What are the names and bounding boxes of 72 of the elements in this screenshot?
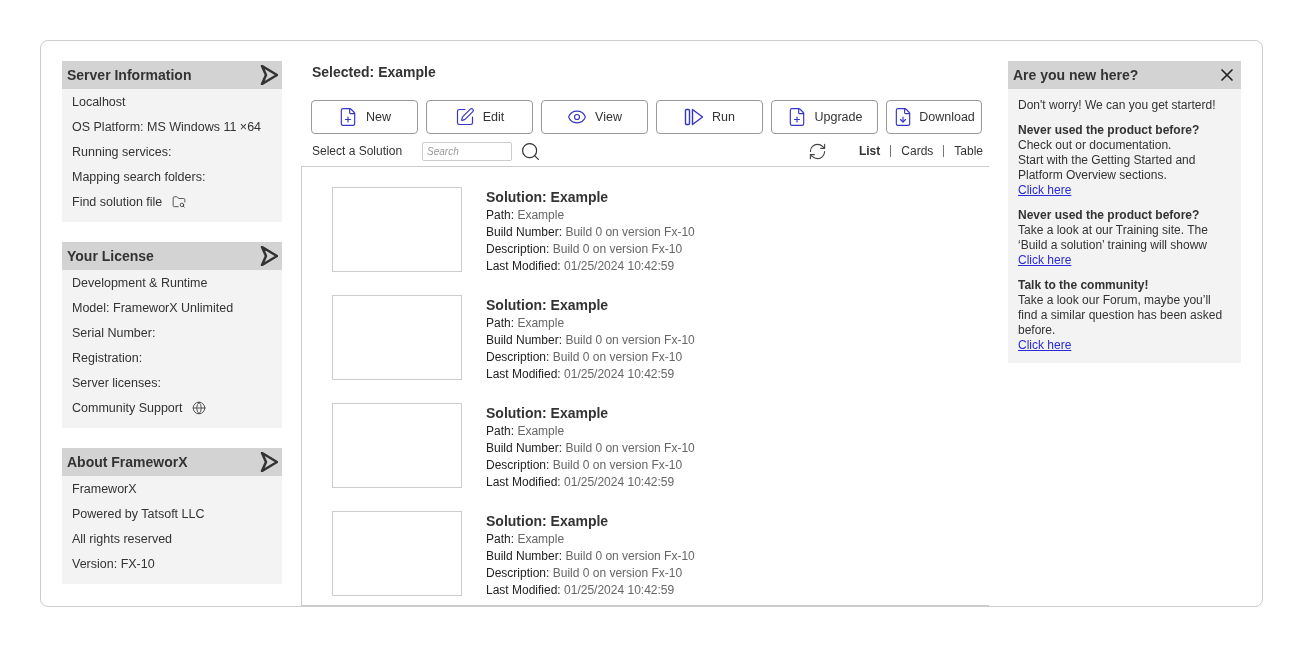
solution-detail: Description: Build 0 on version Fx-10 xyxy=(486,241,684,258)
arrow-right-icon[interactable] xyxy=(260,246,278,266)
solution-detail: Build Number: Build 0 on version Fx-10 xyxy=(486,548,695,565)
arrow-right-icon[interactable] xyxy=(260,65,278,85)
info-text: Community Support xyxy=(72,400,183,415)
info-text: Powered by Tatsoft LLC xyxy=(72,506,205,521)
block-text: Take a look our Forum, maybe you’ll find a similar question has been asked before. xyxy=(1018,293,1223,338)
info-text: Version: FX-10 xyxy=(72,556,155,571)
click-here-link[interactable]: Click here xyxy=(1018,338,1072,353)
selected-title: Selected: Example xyxy=(312,64,437,82)
solution-title[interactable]: Solution: Example xyxy=(486,513,695,529)
info-text: Mapping search folders: xyxy=(72,169,206,184)
info-text: Development & Runtime xyxy=(72,275,208,290)
toolbar-button[interactable]: View xyxy=(541,100,648,134)
info-text: Server licenses: xyxy=(72,375,161,390)
info-text: OS Platform: MS Windows 11 ×64 xyxy=(72,119,262,134)
block-text: Start with the Getting Started and Platform Overview sections. xyxy=(1018,153,1197,183)
search-field[interactable]: Search xyxy=(422,141,513,161)
view-tab[interactable]: List xyxy=(848,145,891,157)
intro-text: Don't worry! We can you get starterd! xyxy=(1018,98,1217,113)
solution-detail: Description: Build 0 on version Fx-10 xyxy=(486,565,684,582)
panel-title: Server Information xyxy=(67,67,192,83)
solution-detail: Description: Build 0 on version Fx-10 xyxy=(486,457,684,474)
view-tab[interactable]: Table xyxy=(943,145,989,157)
toolbar-button[interactable]: New xyxy=(311,100,418,134)
panel-title: About FrameworX xyxy=(67,454,188,470)
pencil-icon xyxy=(454,107,475,127)
click-here-link[interactable]: Click here xyxy=(1018,253,1072,268)
solution-detail: Last Modified: 01/25/2024 10:42:59 xyxy=(486,258,676,275)
info-text: Serial Number: xyxy=(72,325,156,340)
toolbar-button[interactable]: Run xyxy=(656,100,763,134)
solution-detail: Description: Build 0 on version Fx-10 xyxy=(486,349,684,366)
toolbar-button[interactable]: Edit xyxy=(426,100,533,134)
info-text: All rights reserved xyxy=(72,531,173,546)
click-here-link[interactable]: Click here xyxy=(1018,183,1072,198)
refresh-icon[interactable] xyxy=(807,141,827,161)
solution-detail: Build Number: Build 0 on version Fx-10 xyxy=(486,224,695,241)
info-text: FrameworX xyxy=(72,481,137,496)
solution-title[interactable]: Solution: Example xyxy=(486,189,695,205)
solution-detail: Path: Example xyxy=(486,531,566,548)
toolbar-button[interactable]: Download xyxy=(886,100,982,134)
solution-detail: Last Modified: 01/25/2024 10:42:59 xyxy=(486,474,676,491)
filter-label: Select a Solution xyxy=(312,144,403,158)
info-text: Localhost xyxy=(72,94,126,109)
panel-title: Are you new here? xyxy=(1013,67,1139,83)
info-text: Registration: xyxy=(72,350,143,365)
block-text: Check out or documentation. xyxy=(1018,138,1173,153)
solution-detail: Path: Example xyxy=(486,207,566,224)
block-heading: Never used the product before? xyxy=(1018,208,1201,223)
solution-detail: Last Modified: 01/25/2024 10:42:59 xyxy=(486,366,676,383)
folder-search-icon[interactable] xyxy=(172,194,187,209)
toolbar-button[interactable]: Upgrade xyxy=(771,100,878,134)
solution-title[interactable]: Solution: Example xyxy=(486,405,695,421)
play-bar-icon xyxy=(684,108,705,126)
block-heading: Never used the product before? xyxy=(1018,123,1201,138)
solution-detail: Build Number: Build 0 on version Fx-10 xyxy=(486,440,695,457)
file-plus-icon xyxy=(338,107,358,127)
solution-detail: Path: Example xyxy=(486,423,566,440)
globe-icon[interactable] xyxy=(192,400,207,415)
solution-title[interactable]: Solution: Example xyxy=(486,297,695,313)
panel-title: Your License xyxy=(67,248,154,264)
info-text: Running services: xyxy=(72,144,172,159)
solution-detail: Last Modified: 01/25/2024 10:42:59 xyxy=(486,582,676,599)
view-tab[interactable]: Cards xyxy=(890,145,944,157)
block-heading: Talk to the community! xyxy=(1018,278,1150,293)
search-icon[interactable] xyxy=(520,140,542,162)
solution-detail: Path: Example xyxy=(486,315,566,332)
info-text: Find solution file xyxy=(72,194,163,209)
arrow-right-icon[interactable] xyxy=(260,452,278,472)
info-text: Model: FrameworX Unlimited xyxy=(72,300,234,315)
solution-detail: Build Number: Build 0 on version Fx-10 xyxy=(486,332,695,349)
block-text: Take a look at our Training site. The ‘Build a solution’ training will showw xyxy=(1018,223,1209,253)
